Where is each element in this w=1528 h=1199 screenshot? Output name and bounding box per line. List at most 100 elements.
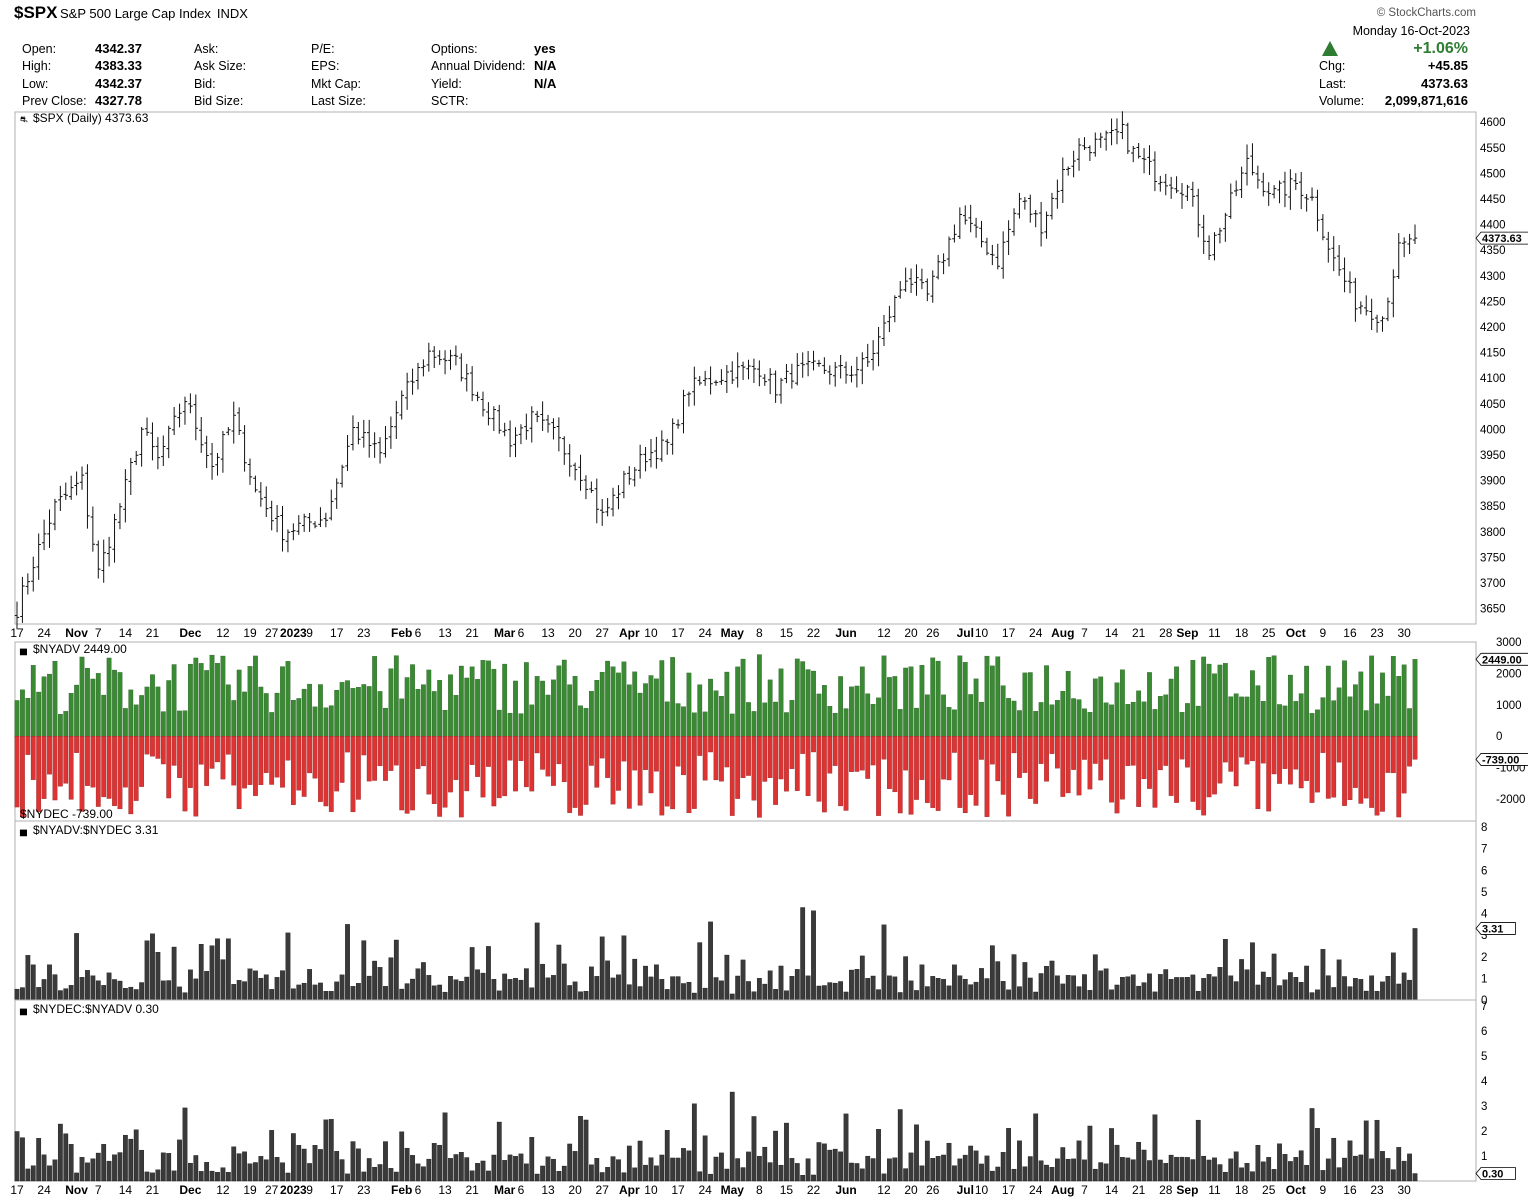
adv-bar [751, 711, 757, 737]
adv-bar [594, 679, 600, 737]
ratio-adv-dec-bar [63, 988, 69, 1001]
dec-bar [1060, 736, 1066, 797]
ohlc-bar [1190, 181, 1196, 207]
adv-bar [984, 655, 990, 737]
dec-bar [160, 736, 166, 765]
dec-bar [1412, 736, 1418, 760]
adv-bar [1369, 655, 1375, 737]
dec-bar [984, 736, 990, 817]
ratio-dec-adv-bar [458, 1152, 464, 1182]
ratio-dec-adv-bar [1331, 1137, 1337, 1182]
ratio-adv-dec-bar [312, 984, 318, 1001]
ratio-adv-dec-bar [822, 985, 827, 1001]
dec-bar [1380, 736, 1385, 812]
ohlc-bar [236, 407, 242, 436]
ratio-adv-dec-bar [448, 976, 453, 1001]
ratio-dec-adv-bar [431, 1143, 437, 1182]
date-label-bottom: 15 [780, 1183, 794, 1197]
dec-bar [269, 736, 275, 785]
date-label-bottom: 21 [465, 1183, 479, 1197]
date-label-top: 23 [1370, 626, 1384, 640]
date-label-top: 11 [1208, 626, 1221, 640]
adv-bar [865, 693, 871, 737]
ohlc-bar [843, 361, 849, 384]
date-label-bottom: Apr [619, 1183, 640, 1197]
ratio-dec-adv-bar [345, 1173, 350, 1182]
dec-bar [1147, 736, 1152, 789]
adv-bar [128, 689, 134, 737]
ratio-adv-dec-bar [117, 980, 123, 1001]
ratio-dec-adv-bar [274, 1157, 280, 1182]
ratio-dec-adv-bar [491, 1154, 497, 1182]
ohlc-bar [182, 396, 188, 425]
ratio-adv-dec-bar [36, 987, 42, 1001]
dec-bar [962, 736, 968, 814]
ohlc-bar [876, 326, 881, 367]
adv-bar [778, 668, 784, 737]
ratio-adv-dec-bar [1325, 975, 1331, 1001]
adv-bar [654, 678, 659, 737]
dec-bar [935, 736, 941, 811]
dec-bar [366, 736, 372, 782]
date-label-top: 24 [698, 626, 712, 640]
open-value: 4342.37 [95, 41, 142, 56]
ohlc-bar [264, 486, 269, 517]
dec-bar [616, 736, 621, 791]
ohlc-bar [1125, 122, 1131, 155]
last-size-label: Last Size: [311, 94, 366, 108]
dec-bar [372, 736, 377, 781]
dec-bar [816, 736, 822, 802]
ratio-adv-dec-bar [198, 944, 204, 1001]
adv-bar [1401, 664, 1407, 737]
ratio-dec-adv-bar [469, 1170, 475, 1182]
dec-bar [1331, 736, 1337, 798]
ratio-adv-dec-bar [930, 976, 936, 1001]
date-label-bottom: Jun [835, 1183, 856, 1197]
adv-bar [832, 713, 838, 737]
ohlc-bar [1374, 314, 1380, 333]
ratio-dec-adv-bar [637, 1140, 643, 1182]
ohlc-bar [1066, 166, 1071, 176]
ratio-adv-dec-bar [502, 973, 508, 1001]
ratio-dec-adv-bar [621, 1172, 627, 1182]
date-label-top: Apr [619, 626, 640, 640]
ratio-dec-adv-bar [323, 1119, 329, 1182]
date-label-top: 6 [518, 626, 525, 640]
ohlc-bar [724, 364, 730, 393]
ratio-dec-adv-bar [1233, 1151, 1239, 1182]
ohlc-bar [1401, 237, 1407, 258]
ratio-adv-dec-bar [1130, 974, 1136, 1001]
dec-bar [567, 736, 573, 813]
dec-bar [356, 736, 361, 800]
dec-bar [128, 736, 134, 815]
ohlc-bar [990, 244, 995, 266]
ratio-dec-adv-bar [735, 1158, 741, 1182]
ratio-adv-dec-bar [79, 977, 85, 1001]
adv-bar [610, 666, 616, 737]
adv-bar [63, 711, 69, 737]
ohlc-bar [469, 366, 475, 402]
ohlc-bar [502, 422, 507, 437]
ratio-adv-dec-bar [1320, 949, 1326, 1001]
ohlc-bar [1320, 214, 1326, 241]
ratio-adv-dec-bar [1342, 976, 1347, 1001]
dec-bar [20, 736, 25, 818]
adv-bar [1315, 709, 1320, 737]
adv-bar [561, 659, 567, 737]
price-tick-label: 3850 [1480, 501, 1506, 513]
ohlc-bar [486, 402, 491, 426]
yield-label: Yield: [431, 77, 462, 91]
date-label-top: 13 [541, 626, 555, 640]
ratio-dec-adv-tick-label: 7 [1481, 1001, 1487, 1013]
adv-bar [849, 686, 854, 737]
ratio-dec-adv-bar [1244, 1163, 1250, 1182]
dec-bar [865, 736, 871, 779]
ratio-adv-dec-bar [892, 976, 898, 1001]
ratio-dec-adv-bar [41, 1154, 47, 1182]
adv-bar [90, 678, 96, 737]
ohlc-bar [166, 425, 171, 459]
ratio-dec-adv-bar [952, 1165, 957, 1182]
ratio-adv-dec-bar [123, 988, 128, 1001]
adv-bar [1374, 703, 1380, 737]
date-label-top: Jul [957, 626, 974, 640]
